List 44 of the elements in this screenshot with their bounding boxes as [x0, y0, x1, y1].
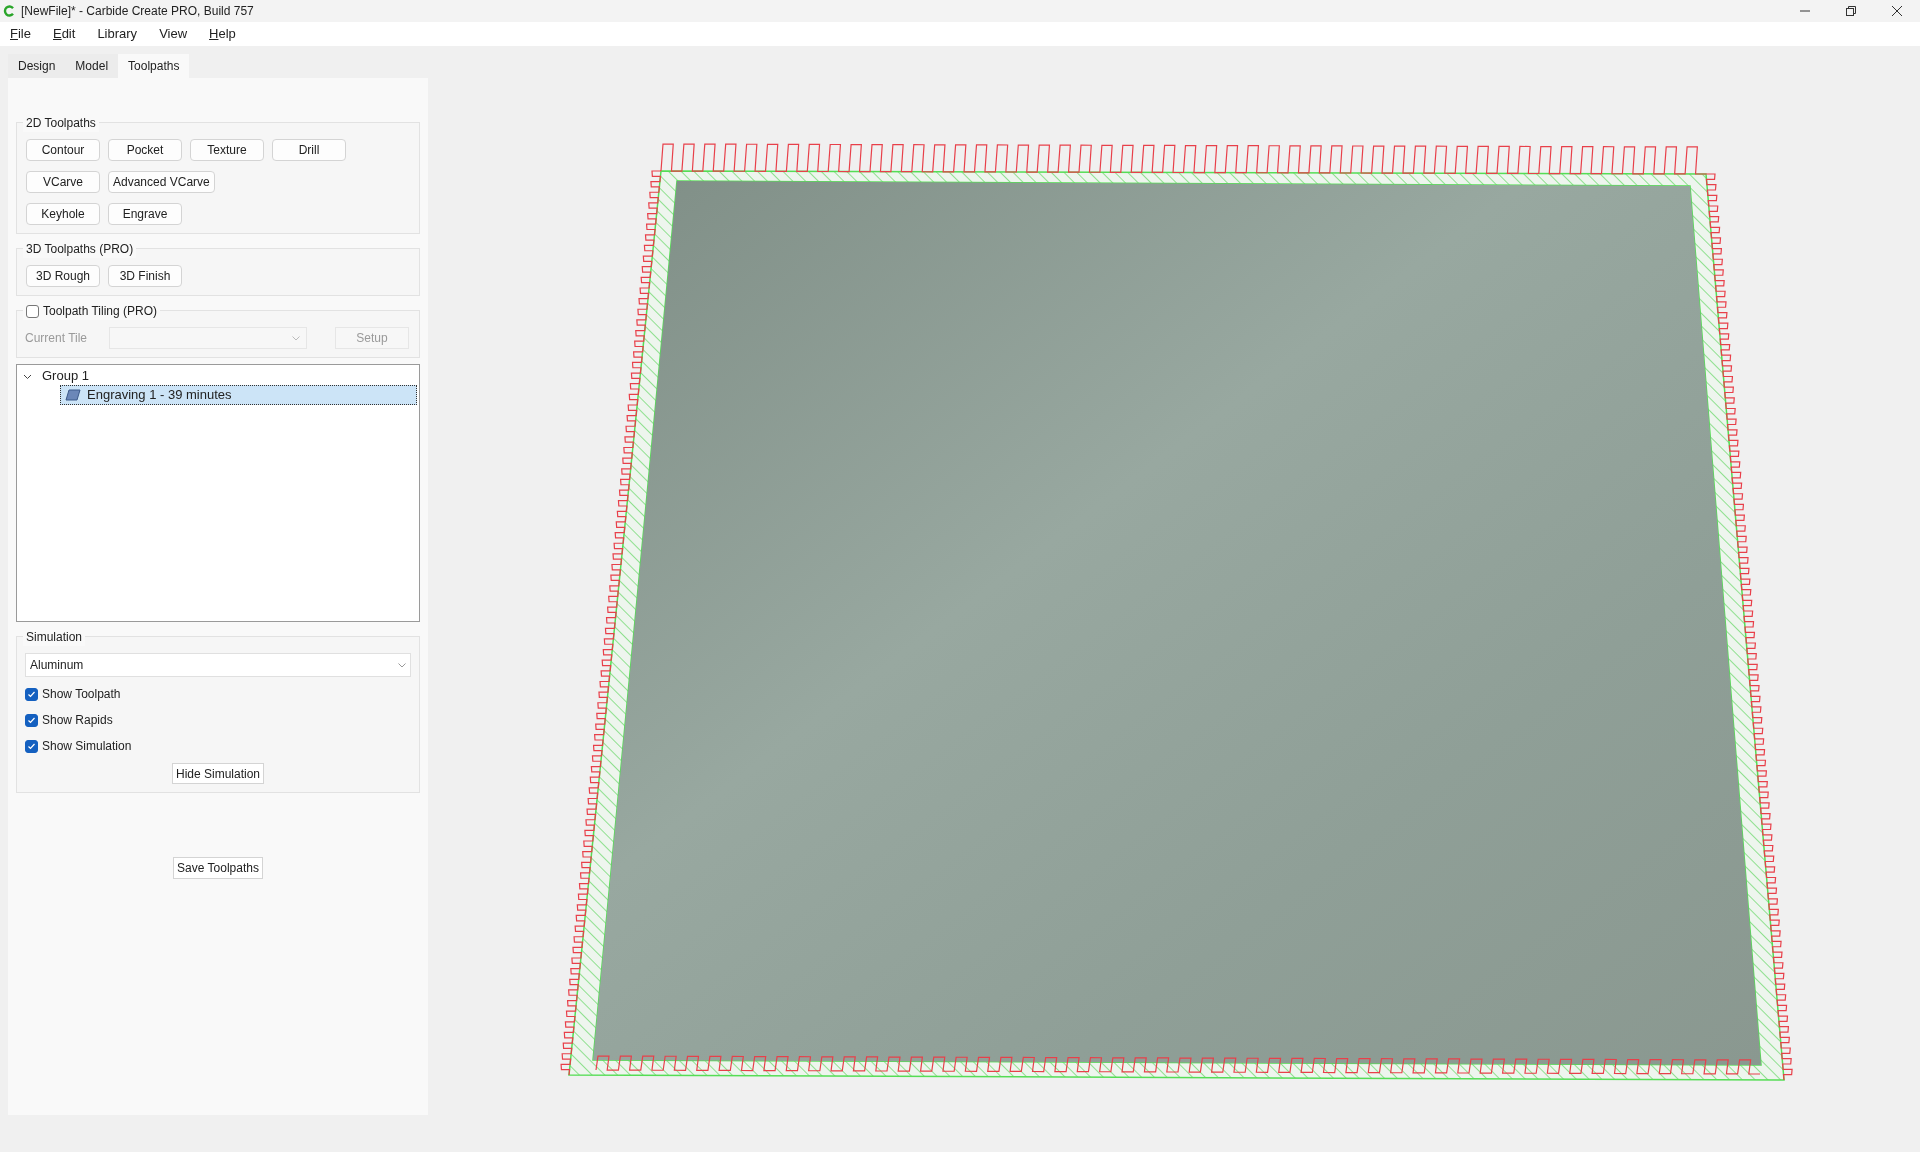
tab[interactable]: Design — [8, 54, 66, 78]
restore-icon — [1846, 6, 1856, 16]
checkmark-icon — [27, 715, 36, 725]
app-logo-icon — [3, 5, 15, 17]
menu-item[interactable]: Edit — [46, 24, 82, 44]
checkmark-icon — [27, 689, 36, 699]
material-dropdown[interactable]: Aluminum — [25, 653, 411, 677]
tree-item[interactable]: Engraving 1 - 39 minutes — [60, 385, 417, 405]
menu-item[interactable]: Help — [203, 24, 242, 44]
toolpath-button[interactable]: Engrave — [108, 203, 182, 225]
engraving-icon — [65, 389, 81, 401]
close-icon — [1892, 6, 1902, 16]
checkbox-label: Show Rapids — [42, 712, 113, 729]
toolpath-button[interactable]: Texture — [190, 139, 264, 161]
checkbox-label: Show Toolpath — [42, 686, 121, 703]
hide-simulation-button[interactable]: Hide Simulation — [171, 763, 264, 784]
save-toolpaths-button[interactable]: Save Toolpaths — [173, 857, 263, 879]
group-title: 3D Toolpaths (PRO) — [26, 241, 134, 258]
group-title: Simulation — [26, 629, 83, 646]
toolpath-button[interactable]: Keyhole — [26, 203, 100, 225]
group-title: 2D Toolpaths — [26, 115, 96, 132]
checkbox-label: Show Simulation — [42, 738, 132, 755]
current-tile-label: Current Tile — [25, 330, 89, 347]
window-title: [NewFile]* - Carbide Create PRO, Build 757 — [21, 3, 254, 20]
menu-item[interactable]: View — [153, 24, 194, 44]
checkbox[interactable] — [25, 687, 38, 701]
toolpath-button[interactable]: Drill — [272, 139, 346, 161]
chevron-down-icon — [398, 662, 406, 668]
tree-group[interactable]: Group 1 — [42, 366, 89, 386]
toolpath-button[interactable]: 3D Finish — [108, 265, 182, 287]
tab[interactable]: Toolpaths — [118, 54, 190, 78]
toolpath-button[interactable]: 3D Rough — [26, 265, 100, 287]
toolpath-button[interactable]: Pocket — [108, 139, 182, 161]
toolpath-button[interactable]: VCarve — [26, 171, 100, 193]
toolpath-button[interactable]: Contour — [26, 139, 100, 161]
toolpath-button[interactable]: Advanced VCarve — [108, 171, 215, 193]
chevron-down-icon — [292, 335, 300, 341]
checkmark-icon — [27, 741, 36, 751]
group-title: Toolpath Tiling (PRO) — [43, 303, 158, 320]
menu-item[interactable]: File — [4, 24, 37, 44]
menu-item[interactable]: Library — [91, 24, 144, 44]
checkbox[interactable] — [25, 739, 38, 753]
checkbox[interactable] — [25, 713, 38, 727]
tab[interactable]: Model — [65, 54, 119, 78]
